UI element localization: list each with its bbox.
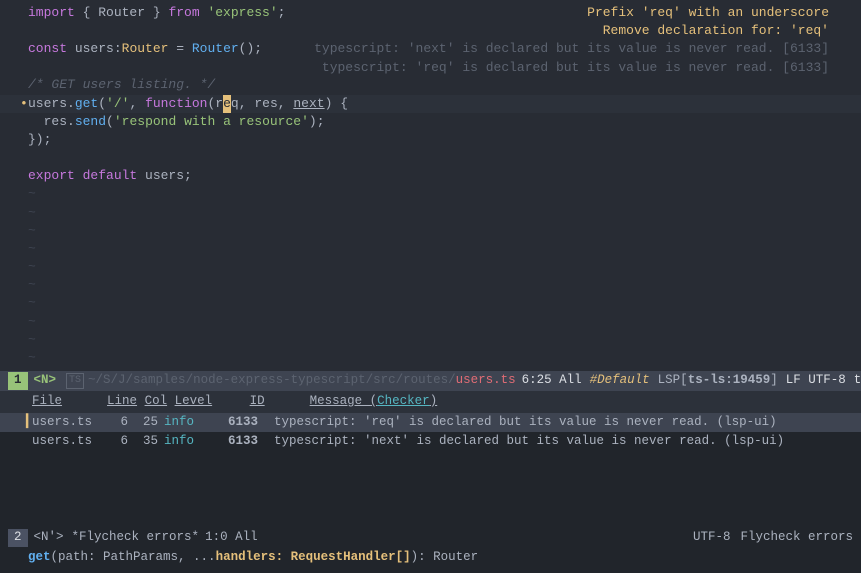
- empty-line-tilde: ~: [0, 331, 861, 349]
- fringe-dot-icon: •: [20, 95, 28, 113]
- error-row[interactable]: ▎ users.ts 6 25 info 6133 typescript: 'r…: [0, 413, 861, 433]
- encoding: UTF-8: [693, 529, 731, 547]
- code-line: res.send('respond with a resource');: [0, 113, 861, 131]
- code-line: [0, 22, 861, 40]
- modeline-main[interactable]: 1 <N> TS ~/S/J/samples/node-express-type…: [0, 371, 861, 391]
- errors-header: File Line Col Level ID Message (Checker): [0, 391, 861, 413]
- empty-line-tilde: ~: [0, 276, 861, 294]
- empty-line-tilde: ~: [0, 240, 861, 258]
- perspective-name[interactable]: #Default: [590, 372, 650, 390]
- filetype-icon: TS: [66, 373, 84, 389]
- code-editor[interactable]: import { Router } from 'express'; const …: [0, 0, 861, 371]
- file-name: users.ts: [456, 372, 516, 390]
- empty-line-tilde: ~: [0, 349, 861, 367]
- buffer-name: *Flycheck errors*: [72, 529, 200, 547]
- error-row[interactable]: users.ts 6 35 info 6133 typescript: 'nex…: [0, 432, 861, 452]
- cursor-position: 1:0 All: [205, 529, 258, 547]
- file-path: ~/S/J/samples/node-express-typescript/sr…: [88, 372, 456, 390]
- code-line-current: •users.get('/', function(req, res, next)…: [0, 95, 861, 113]
- code-line: });: [0, 131, 861, 149]
- empty-line-tilde: ~: [0, 204, 861, 222]
- empty-line-tilde: ~: [0, 294, 861, 312]
- code-line: const users:Router = Router();: [0, 40, 861, 58]
- code-line: export default users;: [0, 167, 861, 185]
- empty-line-tilde: ~: [0, 313, 861, 331]
- code-line: /* GET users listing. */: [0, 76, 861, 94]
- major-mode[interactable]: Flycheck errors: [740, 529, 853, 547]
- lsp-status[interactable]: LSP[ts-ls:19459]: [658, 372, 778, 390]
- evil-state: <N'>: [34, 529, 64, 547]
- code-line: [0, 149, 861, 167]
- empty-line-tilde: ~: [0, 222, 861, 240]
- encoding: LF UTF-8: [786, 372, 846, 390]
- code-line: [0, 58, 861, 76]
- evil-state: <N>: [34, 372, 57, 390]
- code-line: import { Router } from 'express';: [0, 4, 861, 22]
- cursor-position: 6:25 All: [522, 372, 582, 390]
- window-number: 1: [8, 372, 28, 390]
- empty-line-tilde: ~: [0, 185, 861, 203]
- modeline-errors[interactable]: 2 <N'> *Flycheck errors* 1:0 All UTF-8 F…: [0, 528, 861, 548]
- major-mode[interactable]: typescri: [854, 372, 861, 390]
- empty-line-tilde: ~: [0, 258, 861, 276]
- minibuffer-signature: get(path: PathParams, ...handlers: Reque…: [0, 547, 861, 569]
- text-cursor: e: [223, 95, 231, 113]
- window-number: 2: [8, 529, 28, 547]
